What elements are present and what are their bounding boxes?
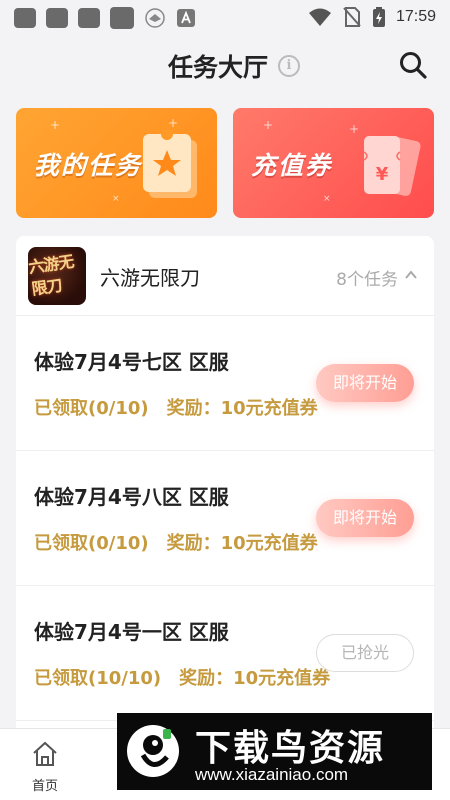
task-ticket-icon [143,130,197,198]
coming-soon-button[interactable]: 即将开始 [316,364,414,402]
task-meta: 已领取(10/10) 奖励：10元充值券 [34,664,330,690]
font-icon [177,9,195,27]
watermark-text: 下载鸟资源 [195,728,386,769]
task-row: 体验7月4号七区 区服 已领取(0/10) 奖励：10元充值券 即将开始 [16,316,434,451]
bird-icon [145,8,165,28]
app-icon [78,8,100,28]
nav-home-label: 首页 [31,779,58,794]
reward-text: 奖励：10元充值券 [166,533,318,554]
game-logo: 六游无限刀 [28,247,86,305]
game-header[interactable]: 六游无限刀 六游无限刀 8个任务 [16,236,434,316]
watermark-logo-icon [127,725,179,777]
reward-text: 奖励：10元充值券 [166,398,318,419]
sparkle-icon: × [323,194,331,204]
clock: 17:59 [395,8,436,25]
claimed-count: 已领取(10/10) [34,668,162,689]
search-icon[interactable] [398,50,428,80]
claimed-count: 已领取(0/10) [34,398,149,419]
page-title: 任务大厅 [168,53,269,82]
task-meta: 已领取(0/10) 奖励：10元充值券 [34,529,318,555]
notification-icons [14,7,196,29]
coupon-ticket-icon: ¥ [363,136,421,196]
svg-text:¥: ¥ [376,164,389,185]
task-row: 体验7月4号八区 区服 已领取(0/10) 奖励：10元充值券 即将开始 [16,451,434,586]
nav-home[interactable]: 首页 [22,739,68,794]
home-icon [33,741,57,766]
coupons-label: 充值券 [251,151,333,180]
game-logo-text: 六游无限刀 [28,251,75,299]
title-group: 任务大厅 i [168,48,301,84]
sold-out-button[interactable]: 已抢光 [316,634,414,672]
sparkle-icon: × [112,194,120,204]
my-tasks-banner[interactable]: + + × 我的任务 [16,108,217,218]
task-meta: 已领取(0/10) 奖励：10元充值券 [34,394,318,420]
sparkle-icon: + [349,122,360,136]
battery-charging-icon [372,7,385,27]
claimed-count: 已领取(0/10) [34,533,149,554]
my-tasks-label: 我的任务 [34,151,143,180]
task-row: 体验7月4号一区 区服 已领取(10/10) 奖励：10元充值券 已抢光 [16,586,434,721]
reward-text: 奖励：10元充值券 [179,668,331,689]
coupons-banner[interactable]: + + × 充值券 ¥ [233,108,434,218]
task-title: 体验7月4号一区 区服 [34,620,229,644]
system-icons: 17:59 [308,6,436,28]
app-icon [46,8,68,28]
app-icon [14,8,36,28]
header: 任务大厅 i [0,34,450,96]
game-task-card: 六游无限刀 六游无限刀 8个任务 体验7月4号七区 区服 已领取(0/10) 奖… [16,236,434,736]
coming-soon-button[interactable]: 即将开始 [316,499,414,537]
wifi-icon [308,8,331,26]
sparkle-icon: + [50,118,61,132]
watermark: 下载鸟资源 www.xiazainiao.com [117,713,432,790]
sparkle-icon: + [263,118,274,132]
status-bar: 17:59 [0,0,450,34]
app-icon [110,7,134,29]
watermark-url: www.xiazainiao.com [195,765,349,784]
chevron-up-icon[interactable] [404,268,418,282]
sparkle-icon: + [168,116,179,130]
task-count: 8个任务 [336,270,398,290]
game-name: 六游无限刀 [100,266,200,290]
task-title: 体验7月4号八区 区服 [34,485,229,509]
task-title: 体验7月4号七区 区服 [34,350,229,374]
info-icon[interactable]: i [278,55,301,77]
no-sim-icon [343,7,361,27]
